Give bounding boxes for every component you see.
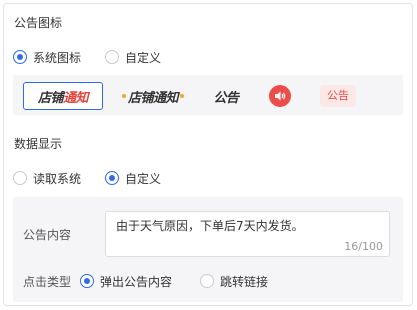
speaker-icon (269, 85, 291, 107)
dot-decoration (180, 94, 184, 98)
notice-icon-radio-group: 系统图标 自定义 (13, 48, 185, 66)
click-type-radio-group: 弹出公告内容 跳转链接 (80, 272, 292, 290)
icon-style-option-1[interactable]: 店铺通知 (23, 82, 103, 110)
radio-dot (13, 171, 27, 185)
content-label: 公告内容 (23, 228, 72, 242)
textarea-value: 由于天气原因，下单后7天内发货。 (116, 219, 304, 233)
radio-dot (105, 50, 120, 64)
data-display-radio-group: 读取系统 自定义 (13, 169, 185, 187)
icon-style-text: 店铺通知 (127, 90, 179, 106)
radio-custom-icon[interactable]: 自定义 (105, 49, 161, 66)
notice-icon-title: 公告图标 (14, 16, 63, 30)
radio-jump-link[interactable]: 跳转链接 (200, 273, 268, 290)
radio-popup-content[interactable]: 弹出公告内容 (80, 273, 172, 290)
radio-label: 自定义 (125, 50, 162, 65)
icon-style-text: 店铺通知 (37, 90, 89, 106)
icon-style-picker: 店铺通知 店铺通知 公告 公告 (13, 75, 403, 115)
radio-label: 自定义 (125, 171, 162, 186)
radio-system-icon[interactable]: 系统图标 (13, 49, 81, 66)
notice-tag: 公告 (320, 85, 356, 107)
icon-style-option-3[interactable]: 公告 (206, 82, 246, 110)
icon-style-text: 公告 (213, 90, 239, 106)
radio-dot (200, 274, 215, 288)
radio-dot (105, 171, 120, 185)
data-display-title: 数据显示 (14, 137, 63, 151)
notice-content-textarea[interactable]: 由于天气原因，下单后7天内发货。 16/100 (105, 211, 390, 257)
custom-content-box: 公告内容 由于天气原因，下单后7天内发货。 16/100 点击类型 弹出公告内容… (13, 197, 403, 302)
icon-style-option-5[interactable]: 公告 (318, 82, 358, 110)
radio-label: 读取系统 (33, 171, 82, 186)
icon-style-option-2[interactable]: 店铺通知 (118, 82, 188, 110)
icon-style-option-4[interactable] (265, 82, 295, 110)
radio-label: 弹出公告内容 (100, 274, 173, 289)
radio-label: 跳转链接 (220, 274, 269, 289)
char-counter: 16/100 (344, 240, 383, 253)
radio-read-system[interactable]: 读取系统 (13, 170, 81, 187)
radio-custom-data[interactable]: 自定义 (105, 170, 161, 187)
radio-dot (13, 50, 27, 64)
radio-label: 系统图标 (33, 50, 82, 65)
dot-decoration (121, 94, 126, 98)
click-type-label: 点击类型 (23, 275, 72, 289)
radio-dot (80, 274, 94, 288)
notice-settings-panel: 公告图标 系统图标 自定义 店铺通知 店铺通知 公告 公告 数据显示 读取系统 … (3, 3, 413, 306)
